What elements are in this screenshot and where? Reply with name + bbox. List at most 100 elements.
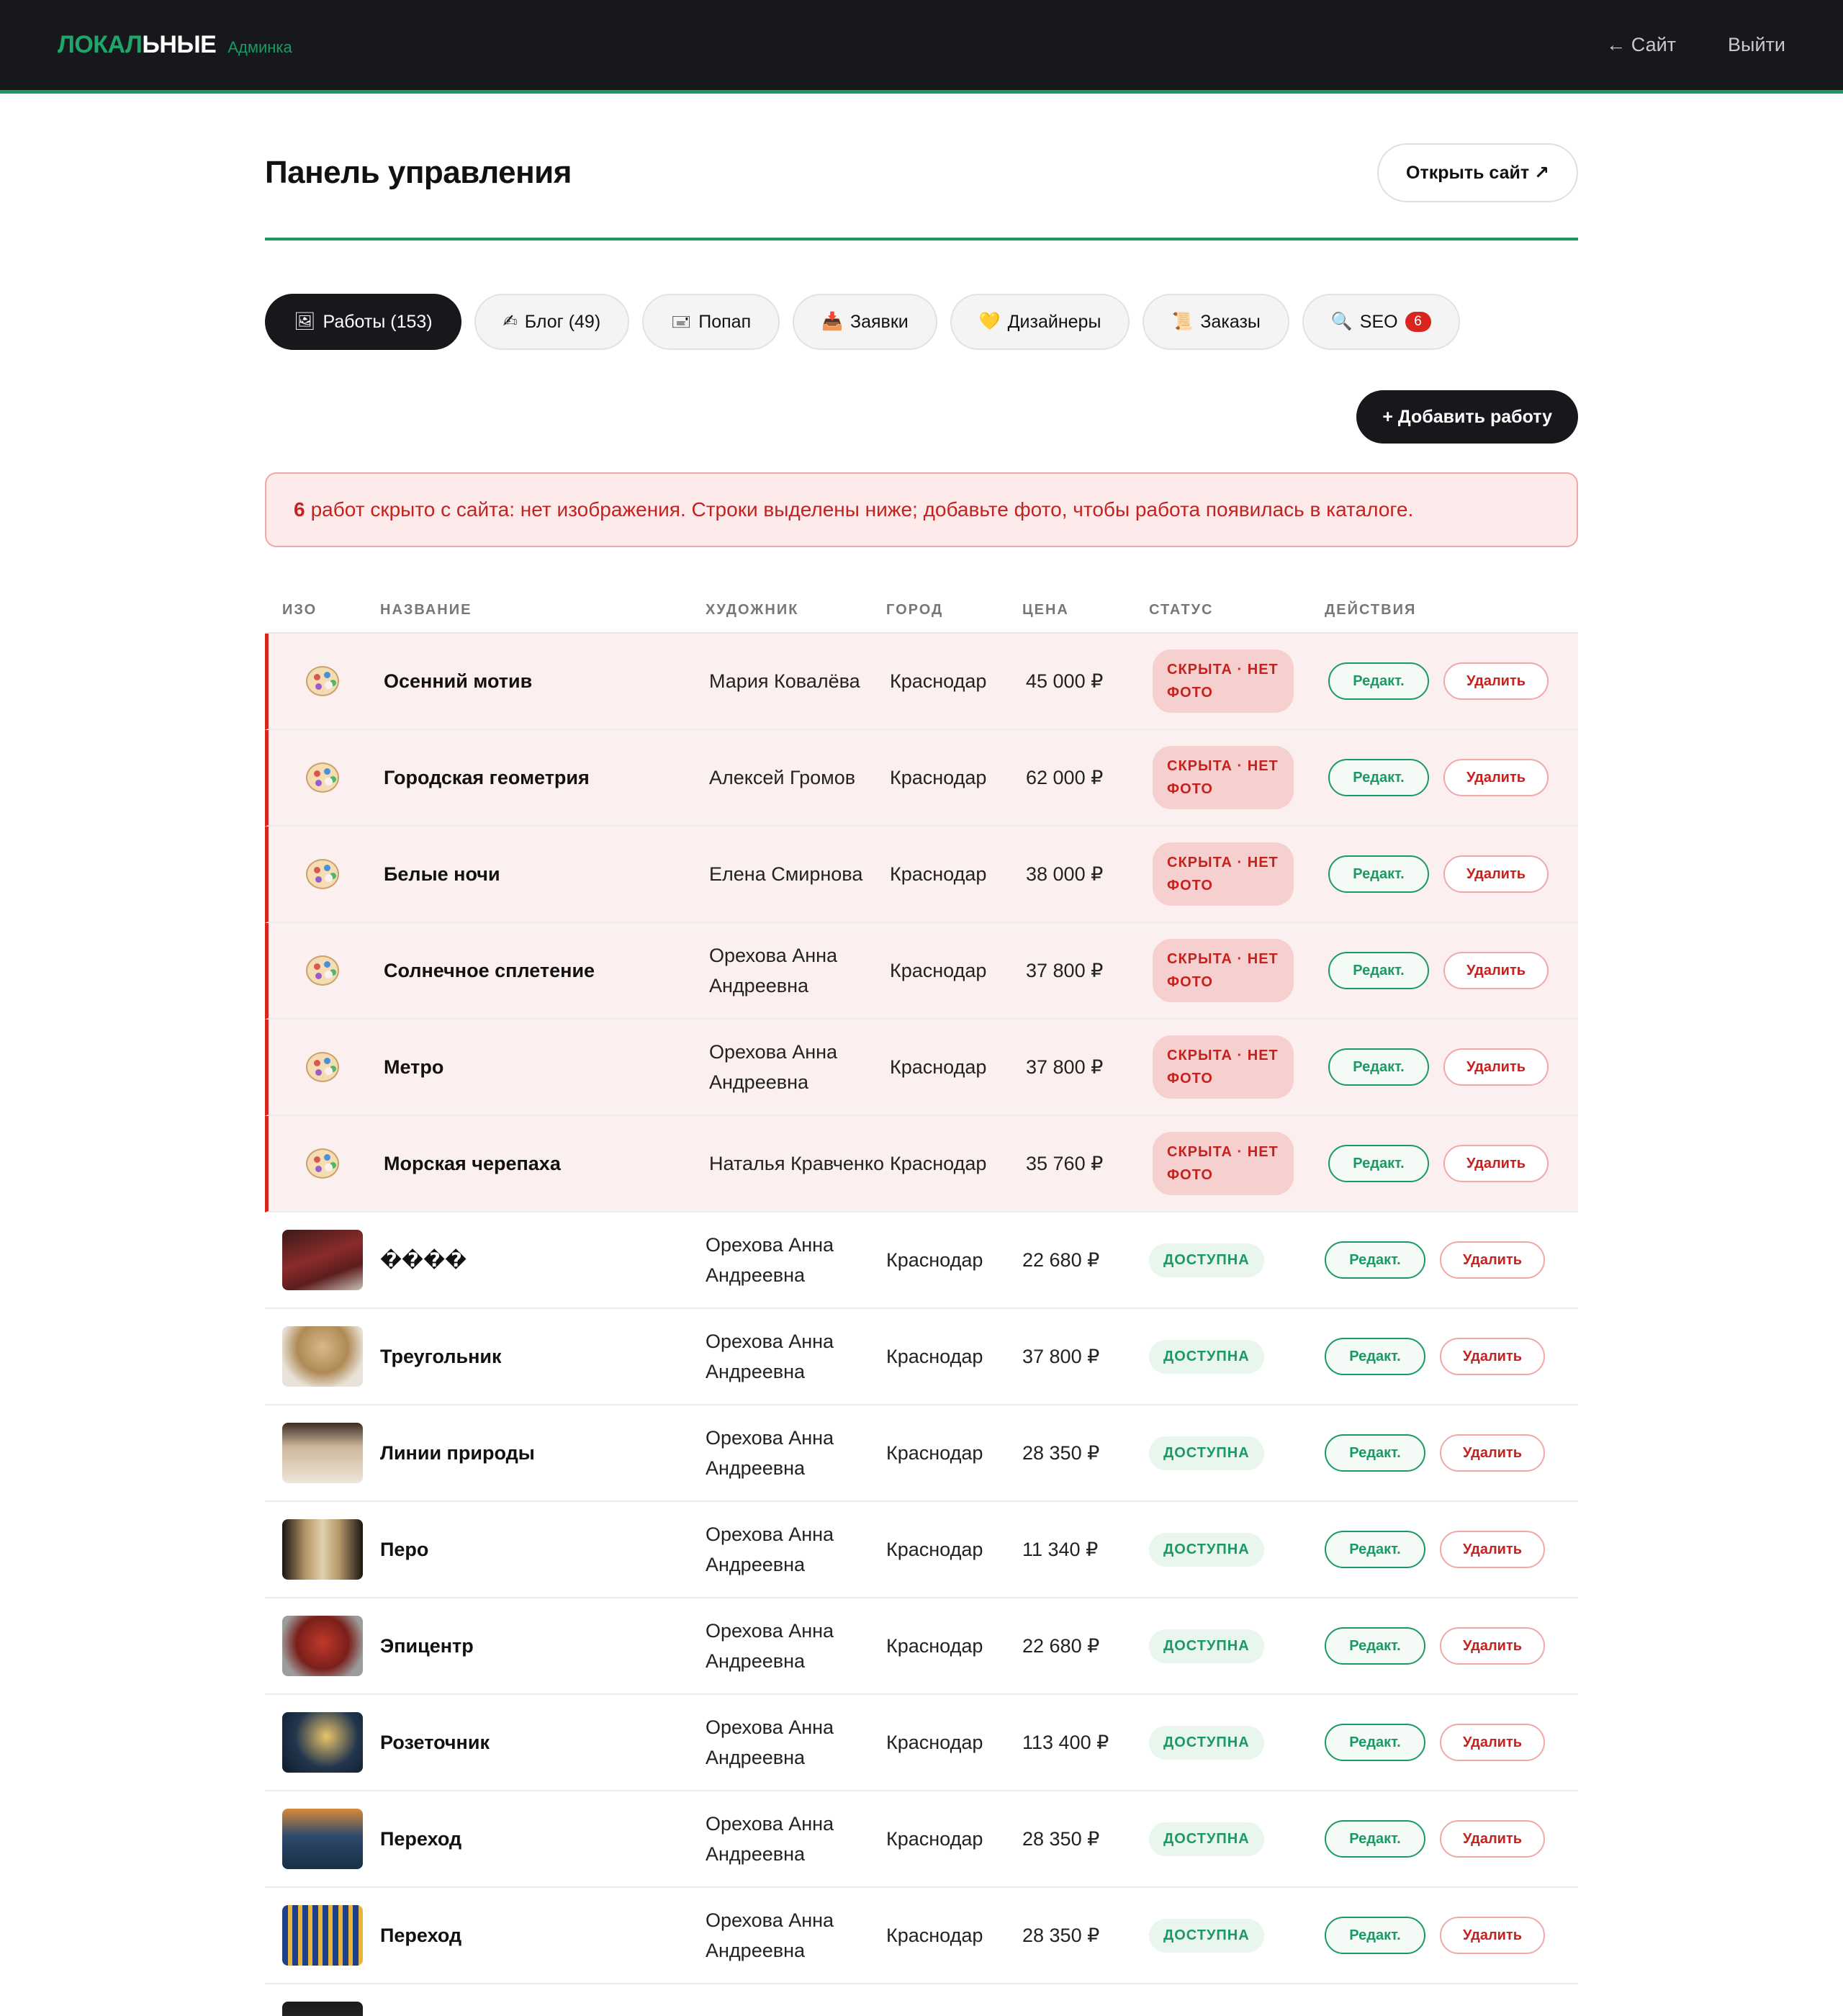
delete-button[interactable]: Удалить: [1443, 662, 1549, 700]
cell-price: 113 400 ₽: [1022, 1731, 1109, 1753]
work-thumbnail[interactable]: [282, 1519, 363, 1580]
delete-button[interactable]: Удалить: [1440, 1820, 1545, 1858]
edit-button[interactable]: Редакт.: [1328, 952, 1429, 989]
work-thumbnail[interactable]: [282, 1712, 363, 1773]
cell-city: Краснодар: [886, 1634, 983, 1657]
tab-designers[interactable]: 💛 Дизайнеры: [950, 294, 1130, 350]
edit-button[interactable]: Редакт.: [1325, 1820, 1425, 1858]
works-table-body: Осенний мотив Мария Ковалёва Краснодар 45 0…: [265, 634, 1578, 2016]
writing-icon: ✍: [503, 312, 518, 331]
delete-button[interactable]: Удалить: [1440, 1241, 1545, 1279]
edit-button[interactable]: Редакт.: [1328, 1048, 1429, 1086]
edit-button[interactable]: Редакт.: [1328, 1145, 1429, 1182]
cell-image: [265, 2002, 380, 2016]
cell-price: 22 680 ₽: [1022, 1634, 1100, 1657]
cell-artist: Орехова Анна Андреевна: [709, 945, 838, 996]
delete-button[interactable]: Удалить: [1443, 952, 1549, 989]
delete-button[interactable]: Удалить: [1443, 1145, 1549, 1182]
table-row: Осенний мотив Мария Ковалёва Краснодар 45 0…: [265, 634, 1578, 730]
cell-status: ДОСТУПНА: [1149, 1918, 1325, 1953]
cell-name: Линии природы: [380, 1441, 535, 1464]
tab-label: Дизайнеры: [1007, 311, 1101, 332]
edit-button[interactable]: Редакт.: [1325, 1724, 1425, 1761]
cell-artist: Орехова Анна Андреевна: [706, 1234, 834, 1286]
column-header-city: ГОРОД: [886, 601, 944, 618]
work-thumbnail[interactable]: [282, 1616, 363, 1676]
logout-link[interactable]: Выйти: [1728, 34, 1785, 56]
palette-icon: [282, 651, 363, 711]
edit-button[interactable]: Редакт.: [1328, 662, 1429, 700]
status-badge: ДОСТУПНА: [1149, 1725, 1264, 1760]
cell-city: Краснодар: [886, 1924, 983, 1946]
status-badge: СКРЫТА · НЕТ ФОТО: [1153, 939, 1294, 1002]
scroll-icon: 📜: [1171, 312, 1194, 331]
edit-button[interactable]: Редакт.: [1325, 1241, 1425, 1279]
delete-button[interactable]: Удалить: [1443, 1048, 1549, 1086]
edit-button[interactable]: Редакт.: [1325, 1627, 1425, 1665]
cell-city: Краснодар: [886, 1441, 983, 1464]
cell-name: ����: [380, 1248, 467, 1271]
edit-button[interactable]: Редакт.: [1325, 1917, 1425, 1954]
delete-button[interactable]: Удалить: [1443, 855, 1549, 893]
table-row: Переход Орехова Анна Андреевна Краснодар 28…: [265, 1888, 1578, 1984]
cell-actions: Редакт. Удалить: [1325, 1627, 1578, 1665]
status-badge: СКРЫТА · НЕТ ФОТО: [1153, 1132, 1294, 1195]
add-work-button[interactable]: + Добавить работу: [1356, 390, 1578, 444]
cell-city: Краснодар: [890, 670, 987, 692]
delete-button[interactable]: Удалить: [1440, 1724, 1545, 1761]
cell-image: [265, 1519, 380, 1580]
delete-button[interactable]: Удалить: [1440, 1917, 1545, 1954]
edit-button[interactable]: Редакт.: [1328, 855, 1429, 893]
work-thumbnail[interactable]: [282, 1809, 363, 1869]
delete-button[interactable]: Удалить: [1440, 1338, 1545, 1375]
table-row: Орехова Анна: [265, 1984, 1578, 2016]
seo-count-badge: 6: [1405, 312, 1431, 332]
cell-price: 35 760 ₽: [1026, 1152, 1104, 1174]
cell-artist: Орехова Анна Андреевна: [706, 1524, 834, 1575]
edit-button[interactable]: Редакт.: [1325, 1531, 1425, 1568]
column-header-status: СТАТУС: [1149, 601, 1214, 618]
logo-subtitle: Админка: [227, 38, 292, 56]
delete-button[interactable]: Удалить: [1440, 1434, 1545, 1472]
delete-button[interactable]: Удалить: [1443, 759, 1549, 796]
edit-button[interactable]: Редакт.: [1328, 759, 1429, 796]
work-thumbnail[interactable]: [282, 1905, 363, 1966]
work-thumbnail[interactable]: [282, 1230, 363, 1290]
edit-button[interactable]: Редакт.: [1325, 1338, 1425, 1375]
cell-actions: Редакт. Удалить: [1325, 1434, 1578, 1472]
status-badge: СКРЫТА · НЕТ ФОТО: [1153, 842, 1294, 906]
cell-artist: Орехова Анна Андреевна: [706, 1427, 834, 1479]
table-row: Перо Орехова Анна Андреевна Краснодар 11 34…: [265, 1502, 1578, 1598]
cell-price: 38 000 ₽: [1026, 863, 1104, 885]
tab-requests[interactable]: 📥 Заявки: [793, 294, 937, 350]
tab-blog[interactable]: ✍ Блог (49): [474, 294, 630, 350]
column-header-image: ИЗО: [282, 601, 317, 618]
work-thumbnail[interactable]: [282, 2002, 363, 2016]
site-link[interactable]: ← Сайт: [1606, 34, 1676, 56]
cell-image: [265, 1712, 380, 1773]
main-container: Панель управления Открыть сайт ↗ 🖼 Работ…: [265, 94, 1578, 2016]
cell-status: ДОСТУПНА: [1149, 1822, 1325, 1856]
cell-name: Метро: [384, 1056, 444, 1078]
palette-icon: [282, 844, 363, 904]
edit-button[interactable]: Редакт.: [1325, 1434, 1425, 1472]
cell-actions: Редакт. Удалить: [1325, 1820, 1578, 1858]
tab-works[interactable]: 🖼 Работы (153): [265, 294, 461, 350]
logo[interactable]: ЛОКАЛ ЬНЫЕ Админка: [58, 31, 292, 59]
work-thumbnail[interactable]: [282, 1326, 363, 1387]
tab-seo[interactable]: 🔍 SEO 6: [1302, 294, 1460, 350]
delete-button[interactable]: Удалить: [1440, 1627, 1545, 1665]
open-site-button[interactable]: Открыть сайт ↗: [1377, 143, 1578, 202]
tab-popup[interactable]: 🖃 Попап: [642, 294, 780, 350]
table-row: Треугольник Орехова Анна Андреевна Краснод…: [265, 1309, 1578, 1405]
work-thumbnail[interactable]: [282, 1423, 363, 1483]
tab-orders[interactable]: 📜 Заказы: [1143, 294, 1289, 350]
cell-name: Треугольник: [380, 1345, 502, 1367]
cell-image: [265, 1616, 380, 1676]
delete-button[interactable]: Удалить: [1440, 1531, 1545, 1568]
cell-actions: Редакт. Удалить: [1328, 1145, 1578, 1182]
cell-image: [269, 747, 384, 808]
cell-name: Солнечное сплетение: [384, 959, 595, 981]
cell-price: 28 350 ₽: [1022, 1924, 1100, 1946]
cell-actions: Редакт. Удалить: [1325, 1338, 1578, 1375]
